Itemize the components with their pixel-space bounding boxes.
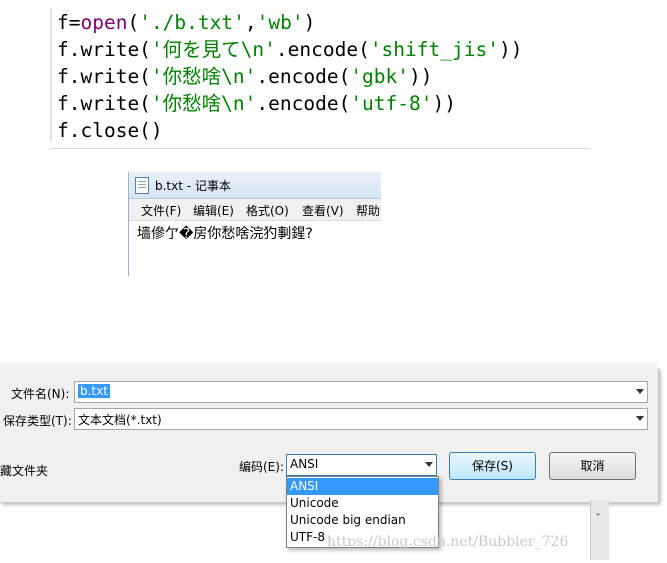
notepad-content: 墙傪亇�房你愁啥浣犳剚鍟? [137, 226, 313, 242]
background-window-edge: ˇ [590, 500, 609, 560]
notepad-icon [135, 177, 149, 194]
code-line: f.write('何を見て\n'.encode('shift_jis')) [57, 36, 522, 63]
notepad-title: b.txt - 记事本 [155, 179, 231, 193]
code-bottom-divider [50, 148, 590, 149]
code-text: f.write( [57, 92, 151, 115]
code-text: , [244, 11, 257, 34]
code-text: )) [498, 38, 523, 61]
code-string: '何を見て\n' [150, 38, 276, 61]
menu-edit[interactable]: 编辑(E) [193, 202, 234, 219]
encoding-option[interactable]: ANSI [287, 478, 438, 495]
code-text: ( [127, 11, 140, 34]
encoding-value: ANSI [290, 457, 319, 471]
code-text: .encode( [256, 92, 351, 115]
menu-format[interactable]: 格式(O) [246, 202, 289, 219]
cancel-button[interactable]: 取消 [549, 452, 636, 480]
code-line: f.write('你愁啥\n'.encode('gbk')) [57, 63, 433, 90]
code-text: f.write( [57, 65, 151, 88]
code-keyword: open [80, 11, 128, 34]
filetype-label: 保存类型(T): [3, 414, 72, 428]
code-gutter [50, 8, 52, 141]
code-string: 'shift_jis' [369, 38, 499, 61]
filetype-select[interactable]: 文本文档(*.txt) [74, 408, 648, 430]
save-button[interactable]: 保存(S) [449, 452, 536, 480]
chevron-down-icon[interactable] [636, 389, 644, 394]
menu-file[interactable]: 文件(F) [141, 202, 181, 219]
code-text: f.close() [57, 119, 163, 142]
code-string: 'wb' [256, 11, 304, 34]
code-line: f=open('./b.txt','wb') [57, 9, 315, 36]
filetype-value: 文本文档(*.txt) [78, 413, 162, 427]
filename-value: b.txt [78, 384, 110, 398]
code-string: './b.txt' [139, 11, 245, 34]
code-string: 'utf-8' [350, 92, 433, 115]
filename-field[interactable]: b.txt [74, 381, 648, 403]
chevron-down-icon[interactable] [425, 462, 433, 467]
code-line: f.write('你愁啥\n'.encode('utf-8')) [57, 90, 456, 117]
notepad-titlebar[interactable]: b.txt - 记事本 [129, 172, 381, 199]
code-text: .encode( [275, 38, 370, 61]
menu-view[interactable]: 查看(V) [302, 202, 344, 219]
code-text: ) [303, 11, 316, 34]
watermark: https://blog.csdn.net/Bubbler_726 [327, 534, 569, 550]
code-text: )) [432, 92, 456, 115]
notepad-editor[interactable]: 墙傪亇�房你愁啥浣犳剚鍟? [129, 221, 381, 276]
code-text: f.write( [57, 38, 151, 61]
notepad-menubar: 文件(F) 编辑(E) 格式(O) 查看(V) 帮助 [129, 199, 381, 221]
hide-folders-link[interactable]: 藏文件夹 [0, 462, 48, 479]
notepad-window: b.txt - 记事本 文件(F) 编辑(E) 格式(O) 查看(V) 帮助 墙… [128, 172, 381, 276]
code-string: 'gbk' [350, 65, 410, 88]
code-text: )) [409, 65, 433, 88]
code-text: f= [57, 11, 81, 34]
menu-help[interactable]: 帮助 [356, 202, 380, 219]
encoding-label: 编码(E): [239, 460, 284, 474]
encoding-option[interactable]: Unicode [287, 495, 438, 512]
code-text: .encode( [256, 65, 351, 88]
encoding-select[interactable]: ANSI [286, 454, 437, 476]
code-string: '你愁啥\n' [150, 65, 257, 88]
code-string: '你愁啥\n' [150, 92, 257, 115]
chevron-down-icon[interactable] [636, 416, 644, 421]
partial-char: ˇ [595, 512, 601, 526]
code-snippet: f=open('./b.txt','wb') f.write('何を見て\n'.… [50, 8, 590, 149]
code-line: f.close() [57, 117, 163, 144]
filename-label: 文件名(N): [11, 387, 70, 401]
encoding-option[interactable]: Unicode big endian [287, 512, 438, 529]
